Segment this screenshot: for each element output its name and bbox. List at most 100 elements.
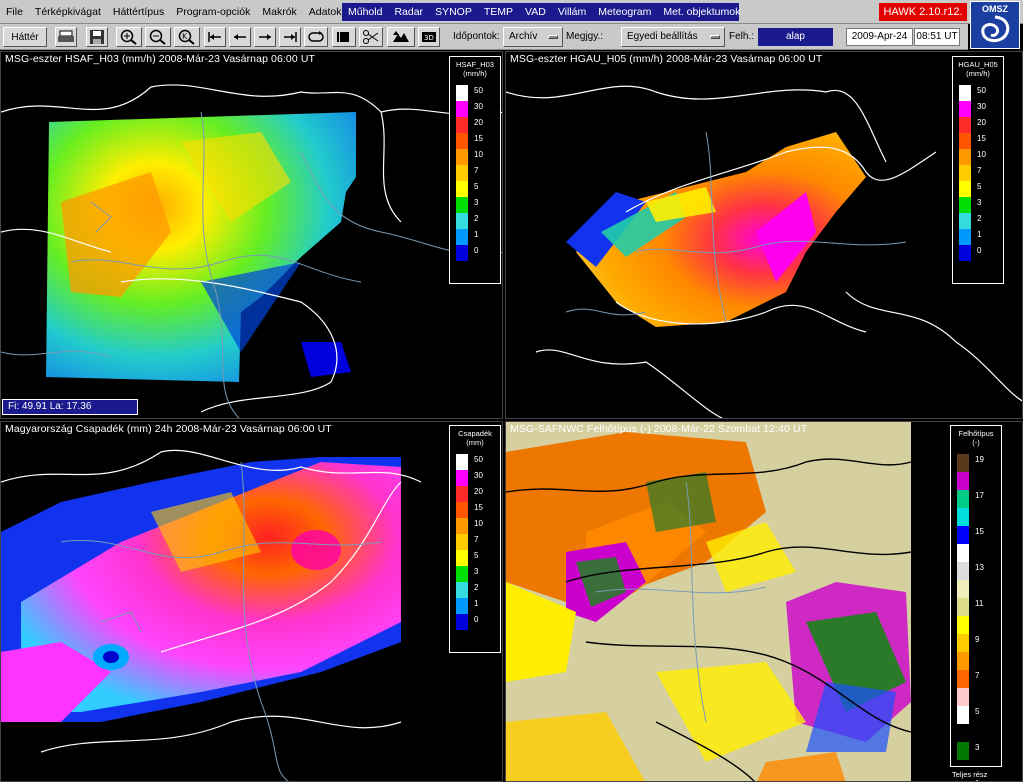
zoom-in-icon[interactable] xyxy=(116,27,142,47)
menu-meteogram[interactable]: Meteogram xyxy=(592,6,657,18)
menu-macros[interactable]: Makrók xyxy=(256,0,302,24)
legend-swatch xyxy=(959,213,971,229)
legend-label: 13 xyxy=(975,563,984,572)
terrain-icon[interactable] xyxy=(387,27,415,47)
save-icon[interactable] xyxy=(86,27,108,47)
legend-swatch xyxy=(456,534,468,550)
toolbar: Háttér K 3D Időpontok: Archív Megjgy.: E… xyxy=(0,24,968,50)
legend-swatch xyxy=(957,454,969,472)
legend-label: 20 xyxy=(474,487,483,496)
time-field[interactable]: 08:51 UT xyxy=(914,28,960,46)
color-legend-hsaf: HSAF_H03 (mm/h) 50 30 20 15 10 7 5 3 2 1 0 xyxy=(449,56,501,284)
legend-swatch xyxy=(957,634,969,652)
first-frame-icon[interactable] xyxy=(204,27,226,47)
last-frame-icon[interactable] xyxy=(279,27,301,47)
precip-map-hgau[interactable] xyxy=(506,52,1023,419)
cloud-type-map[interactable] xyxy=(506,422,1023,782)
map-panel-precipitation[interactable]: Magyarország Csapadék (mm) 24h 2008-Már-… xyxy=(0,421,503,782)
dropdown-arrow-icon xyxy=(548,35,558,39)
coordinate-readout: Fi: 49.91 La: 17.36 xyxy=(2,399,138,415)
legend-swatch xyxy=(456,454,468,470)
legend-swatch xyxy=(456,470,468,486)
legend-label: 2 xyxy=(474,583,479,592)
legend-swatch xyxy=(957,508,969,526)
stop-icon[interactable] xyxy=(332,27,356,47)
legend-swatch xyxy=(456,550,468,566)
legend-label: 5 xyxy=(474,182,479,191)
legend-label: 10 xyxy=(977,150,986,159)
menu-vad[interactable]: VAD xyxy=(519,6,552,18)
surface-field[interactable]: alap xyxy=(758,28,833,46)
legend-swatch xyxy=(959,85,971,101)
legend-swatch xyxy=(456,133,468,149)
legend-label: 3 xyxy=(474,198,479,207)
legend-swatch xyxy=(456,213,468,229)
legend-swatch xyxy=(959,229,971,245)
legend-swatch xyxy=(959,245,971,261)
legend-swatch xyxy=(957,562,969,580)
legend-swatch xyxy=(957,706,969,724)
svg-text:K: K xyxy=(182,32,188,41)
legend-title: Felhőtípus (-) xyxy=(958,429,994,447)
menu-satellite[interactable]: Műhold xyxy=(342,6,388,18)
legend-label: 11 xyxy=(975,599,984,608)
legend-label: 20 xyxy=(474,118,483,127)
previous-frame-icon[interactable] xyxy=(229,27,251,47)
legend-swatch xyxy=(456,598,468,614)
zoom-out-icon[interactable] xyxy=(145,27,171,47)
legend-label: 5 xyxy=(975,707,980,716)
menu-met-objects[interactable]: Met. objektumok xyxy=(657,6,746,18)
legend-label: 0 xyxy=(474,246,479,255)
menu-temp[interactable]: TEMP xyxy=(478,6,519,18)
legend-label: 3 xyxy=(977,198,982,207)
menu-lightning[interactable]: Villám xyxy=(552,6,592,18)
loop-icon[interactable] xyxy=(304,27,328,47)
legend-label: 50 xyxy=(474,86,483,95)
precip-map-24h[interactable] xyxy=(1,422,503,782)
data-menu: Műhold Radar SYNOP TEMP VAD Villám Meteo… xyxy=(342,3,740,21)
zoom-reset-icon[interactable]: K xyxy=(174,27,200,47)
3d-view-icon[interactable]: 3D xyxy=(418,27,440,47)
menu-bar: File Térképkivágat Háttértípus Program-o… xyxy=(0,0,1023,24)
legend-swatch xyxy=(957,724,969,742)
display-settings-select[interactable]: Egyedi beállítás xyxy=(621,27,725,47)
legend-swatch xyxy=(957,742,969,760)
legend-swatch xyxy=(456,181,468,197)
menu-background-type[interactable]: Háttértípus xyxy=(107,0,170,24)
time-mode-select[interactable]: Archív xyxy=(503,27,563,47)
menu-radar[interactable]: Radar xyxy=(388,6,429,18)
legend-label: 3 xyxy=(975,743,980,752)
print-icon[interactable] xyxy=(55,27,77,47)
date-field[interactable]: 2009-Apr-24 xyxy=(846,28,913,46)
precip-map-hsaf[interactable] xyxy=(1,52,503,419)
legend-label: 5 xyxy=(474,551,479,560)
next-frame-icon[interactable] xyxy=(254,27,276,47)
map-panel-cloud-type[interactable]: MSG-SAFNWC Felhőtípus (-) 2008-Már-22 Sz… xyxy=(505,421,1023,782)
legend-label: 2 xyxy=(977,214,982,223)
menu-data[interactable]: Adatok xyxy=(303,0,348,24)
legend-label: 50 xyxy=(977,86,986,95)
logo-swirl-icon xyxy=(981,15,1010,42)
legend-label: 1 xyxy=(474,230,479,239)
menu-program-options[interactable]: Program-opciók xyxy=(170,0,256,24)
color-legend-cloud-type: Felhőtípus (-) 191715131197531 xyxy=(950,425,1002,781)
legend-label: 17 xyxy=(975,491,984,500)
map-panel-hgau-h05[interactable]: MSG-eszter HGAU_H05 (mm/h) 2008-Már-23 V… xyxy=(505,51,1023,419)
svg-text:3D: 3D xyxy=(424,34,434,42)
legend-swatch xyxy=(456,165,468,181)
dropdown-arrow-icon xyxy=(710,35,720,39)
legend-label: 15 xyxy=(977,134,986,143)
legend-swatch xyxy=(957,598,969,616)
menu-file[interactable]: File xyxy=(0,0,29,24)
legend-swatch xyxy=(456,85,468,101)
map-panel-hsaf-h03[interactable]: MSG-eszter HSAF_H03 (mm/h) 2008-Már-23 V… xyxy=(0,51,503,419)
background-button[interactable]: Háttér xyxy=(3,27,47,47)
menu-synop[interactable]: SYNOP xyxy=(429,6,478,18)
legend-label: 7 xyxy=(474,166,479,175)
legend-swatch xyxy=(456,518,468,534)
cut-icon[interactable] xyxy=(359,27,383,47)
legend-swatch xyxy=(456,486,468,502)
legend-swatch xyxy=(959,149,971,165)
menu-map-region[interactable]: Térképkivágat xyxy=(29,0,107,24)
legend-label: 5 xyxy=(977,182,982,191)
